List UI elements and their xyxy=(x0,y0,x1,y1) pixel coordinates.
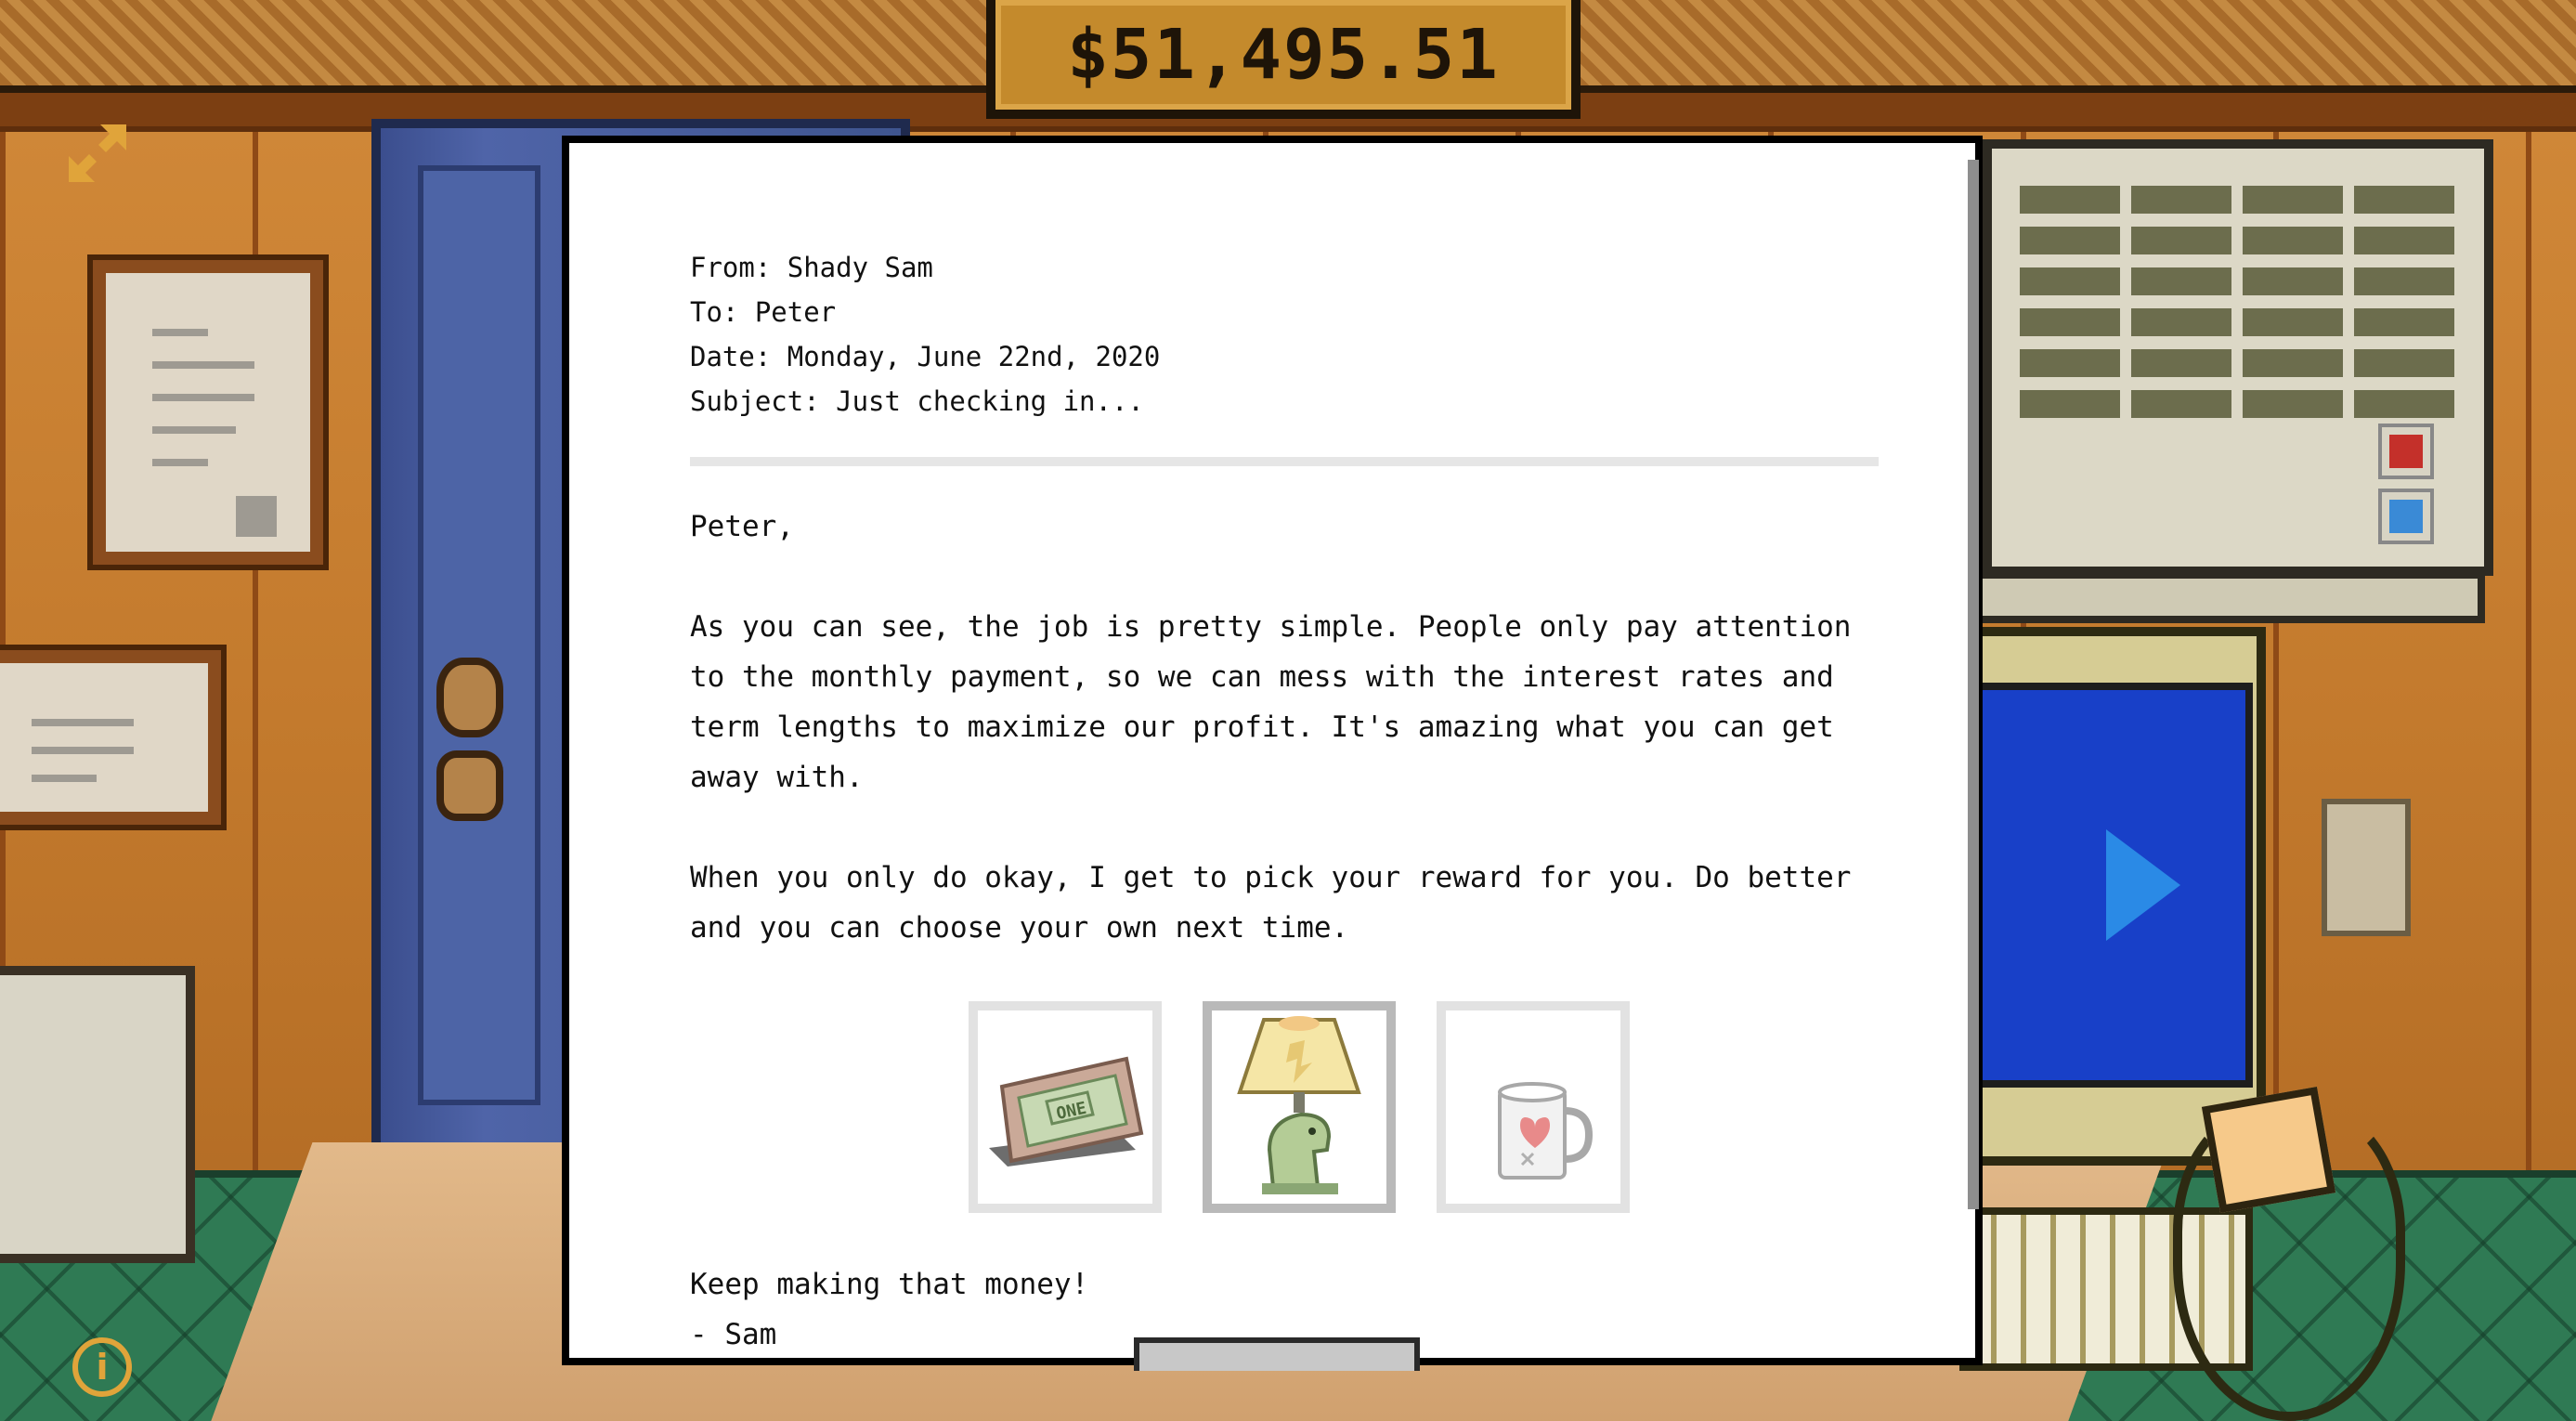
reward-option-heart-mug[interactable] xyxy=(1437,1001,1630,1213)
heart-mug-icon xyxy=(1498,1082,1594,1180)
email-subject: Subject: Just checking in... xyxy=(690,385,1144,417)
email-body-paragraph-1: As you can see, the job is pretty simple… xyxy=(690,610,1852,794)
waste-basket xyxy=(0,966,195,1263)
reward-option-dollar-frame[interactable]: ONE xyxy=(969,1001,1162,1213)
framed-dollar-bill-icon: ONE xyxy=(989,1056,1144,1167)
email-body-paragraph-2: When you only do okay, I get to pick you… xyxy=(690,861,1852,945)
email-to: To: Peter xyxy=(690,296,837,328)
light-switch-plate xyxy=(2322,799,2411,936)
email-window: From: Shady Sam To: Peter Date: Monday, … xyxy=(562,136,1983,1371)
money-display: $51,495.51 xyxy=(986,0,1581,119)
reward-options: ONE xyxy=(969,1001,1879,1213)
reward-option-dino-lamp[interactable] xyxy=(1203,1001,1396,1213)
email-greeting: Peter, xyxy=(690,510,794,543)
sticky-note xyxy=(2201,1086,2336,1214)
email-closing: Keep making that money! xyxy=(690,1268,1089,1301)
ac-red-button xyxy=(2382,427,2430,476)
ac-blue-button xyxy=(2382,492,2430,541)
framed-certificate-lower xyxy=(0,650,221,825)
email-close-tab[interactable] xyxy=(1134,1337,1420,1371)
expand-arrows-icon[interactable] xyxy=(65,121,130,186)
email-header-divider xyxy=(690,457,1879,466)
door-knob xyxy=(436,658,503,737)
money-amount: $51,495.51 xyxy=(1067,15,1500,95)
email-scrollbar[interactable] xyxy=(1968,160,1979,1209)
email-from: From: Shady Sam xyxy=(690,252,933,283)
email-content: From: Shady Sam To: Peter Date: Monday, … xyxy=(690,245,1879,1360)
monitor-screen xyxy=(1959,683,2253,1088)
email-date: Date: Monday, June 22nd, 2020 xyxy=(690,341,1161,372)
framed-certificate-upper xyxy=(93,260,323,565)
door-lock xyxy=(436,750,503,821)
wall-shelf xyxy=(1969,571,2485,623)
ac-vent-grille xyxy=(2020,186,2456,427)
door-panel xyxy=(418,165,540,1105)
air-conditioner-unit xyxy=(1983,139,2493,576)
info-glyph: i xyxy=(96,1347,109,1388)
dinosaur-lamp-icon xyxy=(1237,1016,1361,1194)
info-icon[interactable]: i xyxy=(72,1337,132,1397)
